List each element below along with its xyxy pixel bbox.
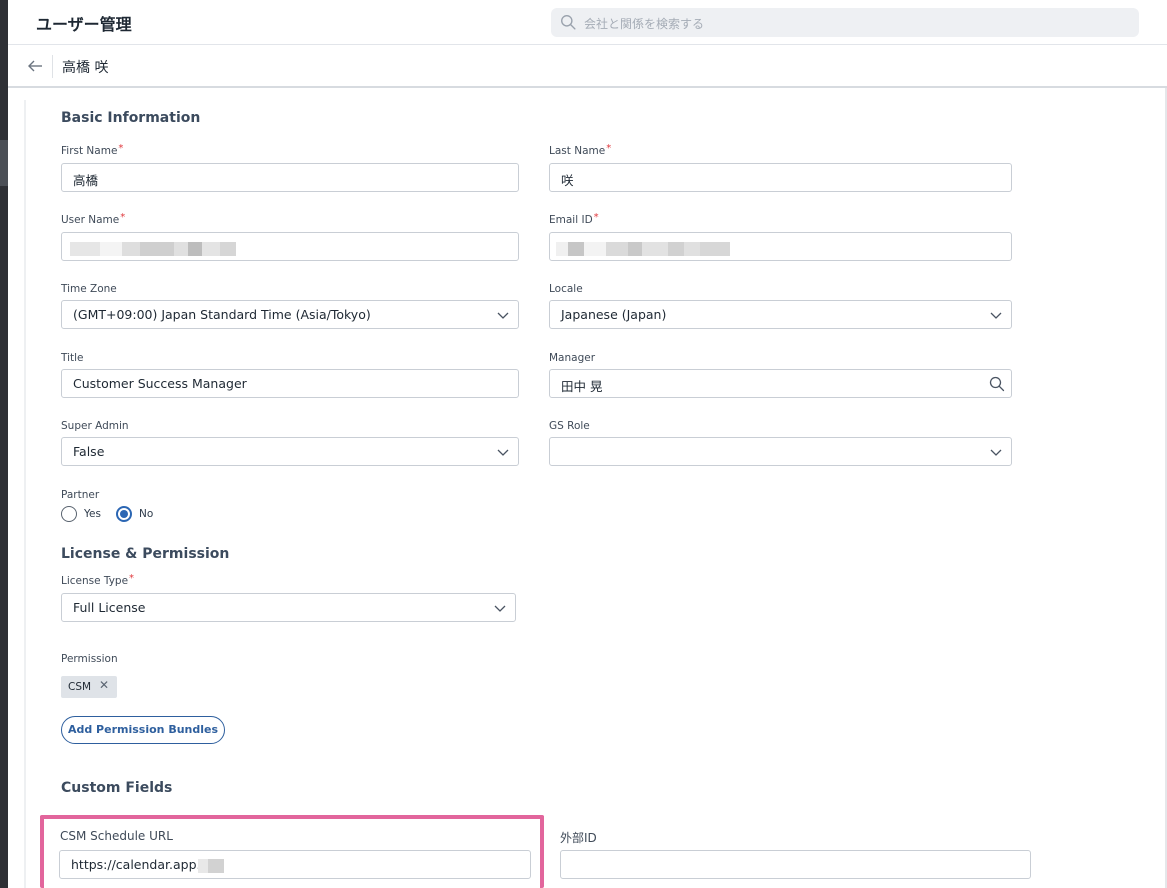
add-permission-bundles-button[interactable]: Add Permission Bundles	[61, 716, 225, 744]
first-name-value: 高橋	[73, 173, 99, 188]
user-name-label: User Name*	[61, 212, 126, 226]
partner-option-yes-label: Yes	[84, 508, 101, 520]
section-title-basic-information: Basic Information	[61, 110, 201, 126]
permission-label: Permission	[61, 653, 118, 665]
email-id-label: Email ID*	[549, 212, 599, 226]
arrow-left-icon[interactable]	[26, 57, 44, 75]
permission-chip-label: CSM	[68, 681, 92, 693]
locale-value: Japanese (Japan)	[561, 307, 667, 322]
content-border	[24, 100, 26, 888]
external-id-label: 外部ID	[560, 831, 597, 845]
section-title-custom-fields: Custom Fields	[61, 780, 173, 796]
external-id-field[interactable]	[560, 850, 1031, 879]
csm-schedule-url-field[interactable]: https://calendar.app.(	[59, 850, 531, 879]
redacted-value	[198, 859, 228, 873]
manager-label: Manager	[549, 352, 596, 364]
email-id-field[interactable]	[549, 232, 1012, 261]
search-icon	[561, 15, 576, 30]
chevron-down-icon	[990, 312, 1002, 319]
required-marker: *	[129, 573, 135, 584]
required-marker: *	[118, 143, 124, 154]
manager-lookup[interactable]: 田中 晃	[549, 369, 1012, 398]
redacted-value	[70, 242, 240, 256]
last-name-value: 咲	[561, 173, 574, 188]
title-value: Customer Success Manager	[73, 376, 247, 391]
app-title: ユーザー管理	[36, 15, 132, 34]
time-zone-value: (GMT+09:00) Japan Standard Time (Asia/To…	[73, 307, 371, 322]
license-type-select[interactable]: Full License	[61, 593, 516, 622]
top-bar: ユーザー管理 会社と関係を検索する	[8, 0, 1167, 45]
gs-role-label: GS Role	[549, 420, 590, 432]
manager-value: 田中 晃	[561, 379, 603, 394]
title-field[interactable]: Customer Success Manager	[61, 369, 519, 398]
partner-option-no-label: No	[139, 508, 154, 520]
super-admin-label: Super Admin	[61, 420, 129, 432]
time-zone-label: Time Zone	[61, 283, 117, 295]
permission-chip: CSM ✕	[61, 676, 117, 698]
chevron-down-icon	[494, 605, 506, 612]
magnifier-icon[interactable]	[989, 376, 1005, 392]
locale-label: Locale	[549, 283, 583, 295]
chevron-down-icon	[990, 449, 1002, 456]
locale-select[interactable]: Japanese (Japan)	[549, 300, 1012, 329]
last-name-field[interactable]: 咲	[549, 163, 1012, 192]
section-title-license-permission: License & Permission	[61, 546, 230, 562]
title-label: Title	[61, 352, 84, 364]
sidebar-active-marker	[0, 140, 8, 186]
required-marker: *	[120, 212, 126, 223]
first-name-label: First Name*	[61, 143, 124, 157]
record-header: 高橋 咲	[8, 45, 1167, 88]
required-marker: *	[606, 143, 612, 154]
required-marker: *	[593, 212, 599, 223]
app-sidebar-edge	[0, 0, 8, 888]
chevron-down-icon	[497, 449, 509, 456]
chevron-down-icon	[497, 312, 509, 319]
super-admin-value: False	[73, 444, 105, 459]
license-type-label: License Type*	[61, 573, 135, 587]
partner-radio-yes[interactable]	[61, 506, 77, 522]
first-name-field[interactable]: 高橋	[61, 163, 519, 192]
record-title: 高橋 咲	[62, 60, 109, 76]
last-name-label: Last Name*	[549, 143, 612, 157]
user-name-field[interactable]	[61, 232, 519, 261]
global-search[interactable]: 会社と関係を検索する	[551, 8, 1139, 37]
divider	[52, 55, 53, 78]
search-placeholder[interactable]: 会社と関係を検索する	[584, 15, 704, 32]
csm-schedule-url-value: https://calendar.app.(	[71, 857, 206, 872]
partner-label: Partner	[61, 489, 100, 501]
csm-schedule-url-label: CSM Schedule URL	[60, 829, 173, 843]
time-zone-select[interactable]: (GMT+09:00) Japan Standard Time (Asia/To…	[61, 300, 519, 329]
super-admin-select[interactable]: False	[61, 437, 519, 466]
redacted-value	[556, 242, 736, 256]
partner-radio-no[interactable]	[116, 506, 132, 522]
close-icon[interactable]: ✕	[99, 678, 109, 692]
gs-role-select[interactable]	[549, 437, 1012, 466]
license-type-value: Full License	[73, 600, 146, 615]
